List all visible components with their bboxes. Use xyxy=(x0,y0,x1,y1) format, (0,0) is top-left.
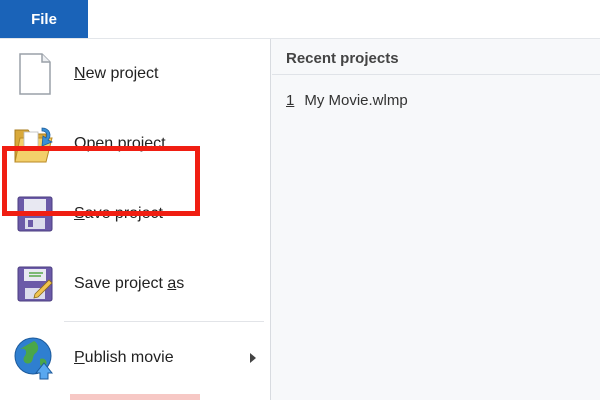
file-tab[interactable]: File xyxy=(0,0,88,38)
recent-project-number: 1 xyxy=(286,92,295,109)
blank-page-icon xyxy=(12,51,58,97)
new-project-label: New project xyxy=(74,65,159,82)
save-project-label: Save project xyxy=(74,205,163,222)
file-menu: New project Open project Save project Sa… xyxy=(0,39,271,400)
recent-projects-header: Recent projects xyxy=(286,50,399,67)
recent-project-item[interactable]: 1 My Movie.wlmp xyxy=(286,92,408,109)
recent-projects-panel: Recent projects 1 My Movie.wlmp xyxy=(272,39,600,400)
save-as-icon xyxy=(12,261,58,307)
publish-movie-label: Publish movie xyxy=(74,349,174,366)
open-project-item[interactable]: Open project xyxy=(0,109,270,179)
save-project-as-item[interactable]: Save project as xyxy=(0,249,270,319)
submenu-arrow-icon xyxy=(250,353,256,363)
recent-project-name: My Movie.wlmp xyxy=(304,92,408,109)
recent-projects-divider xyxy=(272,74,600,75)
open-project-label: Open project xyxy=(74,135,166,152)
new-project-item[interactable]: New project xyxy=(0,39,270,109)
ribbon-bar: File xyxy=(0,0,600,39)
movie-maker-window: File New project Open project Save proje… xyxy=(0,0,600,400)
partial-highlight-bottom xyxy=(70,394,200,400)
publish-movie-item[interactable]: Publish movie xyxy=(0,323,270,393)
globe-upload-icon xyxy=(12,335,58,381)
open-folder-icon xyxy=(12,121,58,167)
save-project-as-label: Save project as xyxy=(74,275,185,292)
floppy-disk-icon xyxy=(12,191,58,237)
menu-separator xyxy=(64,321,264,322)
save-project-item[interactable]: Save project xyxy=(0,179,270,249)
